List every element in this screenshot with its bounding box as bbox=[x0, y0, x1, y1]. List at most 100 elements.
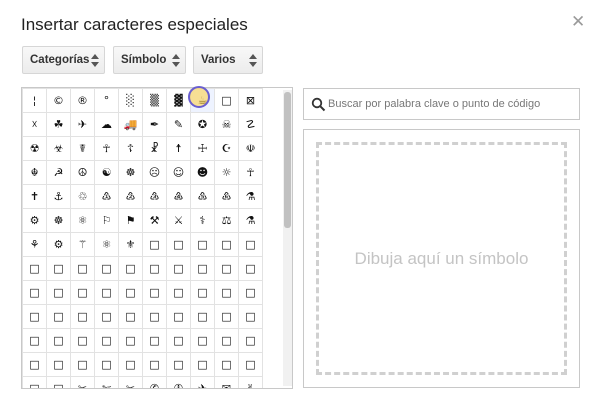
character-cell[interactable]: ✌ bbox=[238, 376, 263, 388]
character-cell[interactable]: ⚙ bbox=[22, 208, 47, 233]
character-cell[interactable]: ☡ bbox=[238, 112, 263, 137]
character-cell[interactable]: □ bbox=[70, 328, 95, 353]
character-cell[interactable]: □ bbox=[190, 304, 215, 329]
character-cell[interactable]: □ bbox=[238, 232, 263, 257]
character-cell[interactable]: ☘ bbox=[46, 112, 71, 137]
character-cell[interactable]: □ bbox=[214, 352, 239, 377]
character-cell[interactable]: ░ bbox=[118, 88, 143, 113]
character-cell[interactable]: □ bbox=[22, 280, 47, 305]
character-cell[interactable]: □ bbox=[70, 256, 95, 281]
character-cell[interactable]: □ bbox=[22, 304, 47, 329]
character-cell[interactable]: □ bbox=[214, 256, 239, 281]
character-cell[interactable]: ⚑ bbox=[118, 208, 143, 233]
character-cell[interactable]: ✄ bbox=[94, 376, 119, 388]
character-cell[interactable]: ☺ bbox=[166, 160, 191, 185]
character-cell[interactable]: □ bbox=[46, 328, 71, 353]
character-cell[interactable]: □ bbox=[118, 304, 143, 329]
character-cell[interactable]: □ bbox=[166, 304, 191, 329]
character-cell[interactable]: ⚗ bbox=[238, 208, 263, 233]
character-cell[interactable]: □ bbox=[22, 376, 47, 388]
draw-dashed-frame[interactable]: Dibuja aquí un símbolo bbox=[316, 142, 567, 375]
character-cell[interactable]: □ bbox=[214, 304, 239, 329]
character-cell[interactable]: ☸ bbox=[118, 160, 143, 185]
character-cell[interactable]: □ bbox=[238, 256, 263, 281]
character-cell[interactable]: □ bbox=[142, 256, 167, 281]
character-cell[interactable]: ⚜ bbox=[118, 232, 143, 257]
character-cell[interactable]: □ bbox=[70, 304, 95, 329]
character-cell[interactable]: ✒ bbox=[142, 112, 167, 137]
character-cell[interactable]: □ bbox=[190, 352, 215, 377]
character-cell[interactable]: ☁ bbox=[94, 112, 119, 137]
character-cell[interactable]: □ bbox=[118, 256, 143, 281]
character-cell[interactable]: □ bbox=[94, 256, 119, 281]
character-cell[interactable]: □ bbox=[166, 256, 191, 281]
character-cell[interactable]: □ bbox=[94, 352, 119, 377]
character-cell[interactable]: ✈ bbox=[190, 376, 215, 388]
character-cell[interactable]: ⚛ bbox=[94, 232, 119, 257]
character-cell[interactable]: □ bbox=[238, 328, 263, 353]
character-cell[interactable]: □ bbox=[22, 328, 47, 353]
character-cell[interactable]: ♶ bbox=[166, 184, 191, 209]
character-cell[interactable]: □ bbox=[238, 280, 263, 305]
character-cell[interactable]: ✎ bbox=[166, 112, 191, 137]
character-cell[interactable]: ⚕ bbox=[190, 208, 215, 233]
character-cell[interactable]: ☤ bbox=[70, 136, 95, 161]
character-cell[interactable]: ✆ bbox=[142, 376, 167, 388]
character-cell[interactable]: □ bbox=[166, 328, 191, 353]
character-cell[interactable]: □ bbox=[22, 352, 47, 377]
character-cell[interactable]: ⚐ bbox=[94, 208, 119, 233]
character-cell[interactable]: ♲ bbox=[70, 184, 95, 209]
character-cell[interactable]: ✂ bbox=[118, 376, 143, 388]
character-cell[interactable]: ☨ bbox=[166, 136, 191, 161]
character-cell[interactable]: ☯ bbox=[94, 160, 119, 185]
character-cell[interactable]: 🚚 bbox=[118, 112, 143, 137]
character-cell[interactable]: □ bbox=[94, 328, 119, 353]
character-cell[interactable]: ¦ bbox=[22, 88, 47, 113]
character-cell[interactable]: ⊠ bbox=[238, 88, 263, 113]
character-cell[interactable]: ☼ bbox=[214, 160, 239, 185]
character-cell[interactable]: ✇ bbox=[166, 376, 191, 388]
character-cell[interactable]: ☻ bbox=[190, 160, 215, 185]
character-cell[interactable]: ⚘ bbox=[22, 232, 47, 257]
character-cell[interactable]: © bbox=[46, 88, 71, 113]
character-cell[interactable]: ☠ bbox=[214, 112, 239, 137]
character-cell[interactable]: □ bbox=[214, 280, 239, 305]
character-cell[interactable]: □ bbox=[190, 232, 215, 257]
character-cell[interactable]: ☢ bbox=[22, 136, 47, 161]
character-cell[interactable]: ⚒ bbox=[142, 208, 167, 233]
character-cell[interactable]: □ bbox=[94, 304, 119, 329]
character-cell[interactable]: ⚙ bbox=[46, 232, 71, 257]
draw-area[interactable]: Dibuja aquí un símbolo bbox=[303, 129, 580, 388]
character-cell[interactable]: ☸ bbox=[46, 208, 71, 233]
character-cell[interactable]: □ bbox=[214, 232, 239, 257]
character-cell[interactable]: □ bbox=[214, 328, 239, 353]
symbol-dropdown[interactable]: Símbolo bbox=[113, 46, 186, 74]
character-cell[interactable]: ✈ bbox=[70, 112, 95, 137]
character-cell[interactable]: ☦ bbox=[118, 136, 143, 161]
character-cell[interactable]: □ bbox=[190, 256, 215, 281]
character-cell[interactable]: □ bbox=[46, 376, 71, 388]
character-cell[interactable]: ☣ bbox=[46, 136, 71, 161]
misc-dropdown[interactable]: Varios bbox=[193, 46, 263, 74]
character-cell[interactable]: ☥ bbox=[94, 136, 119, 161]
character-cell[interactable]: ☹ bbox=[142, 160, 167, 185]
character-cell[interactable]: □ bbox=[70, 352, 95, 377]
character-cell[interactable]: ☥ bbox=[238, 160, 263, 185]
close-icon[interactable]: ✕ bbox=[571, 12, 585, 32]
character-cell[interactable]: □ bbox=[142, 304, 167, 329]
character-cell[interactable]: □ bbox=[190, 280, 215, 305]
character-cell[interactable]: ♸ bbox=[214, 184, 239, 209]
character-cell[interactable]: □ bbox=[142, 328, 167, 353]
character-cell[interactable]: ♴ bbox=[118, 184, 143, 209]
character-cell[interactable]: □ bbox=[46, 256, 71, 281]
character-cell[interactable]: ☓ bbox=[22, 112, 47, 137]
character-cell[interactable]: □ bbox=[46, 352, 71, 377]
character-cell[interactable]: ♷ bbox=[190, 184, 215, 209]
character-cell[interactable]: □ bbox=[118, 352, 143, 377]
character-cell[interactable]: □ bbox=[142, 352, 167, 377]
character-cell[interactable]: □ bbox=[22, 256, 47, 281]
character-cell[interactable]: □ bbox=[70, 280, 95, 305]
character-cell[interactable]: ☬ bbox=[22, 160, 47, 185]
character-cell[interactable]: ✂ bbox=[70, 376, 95, 388]
character-cell[interactable]: ® bbox=[70, 88, 95, 113]
